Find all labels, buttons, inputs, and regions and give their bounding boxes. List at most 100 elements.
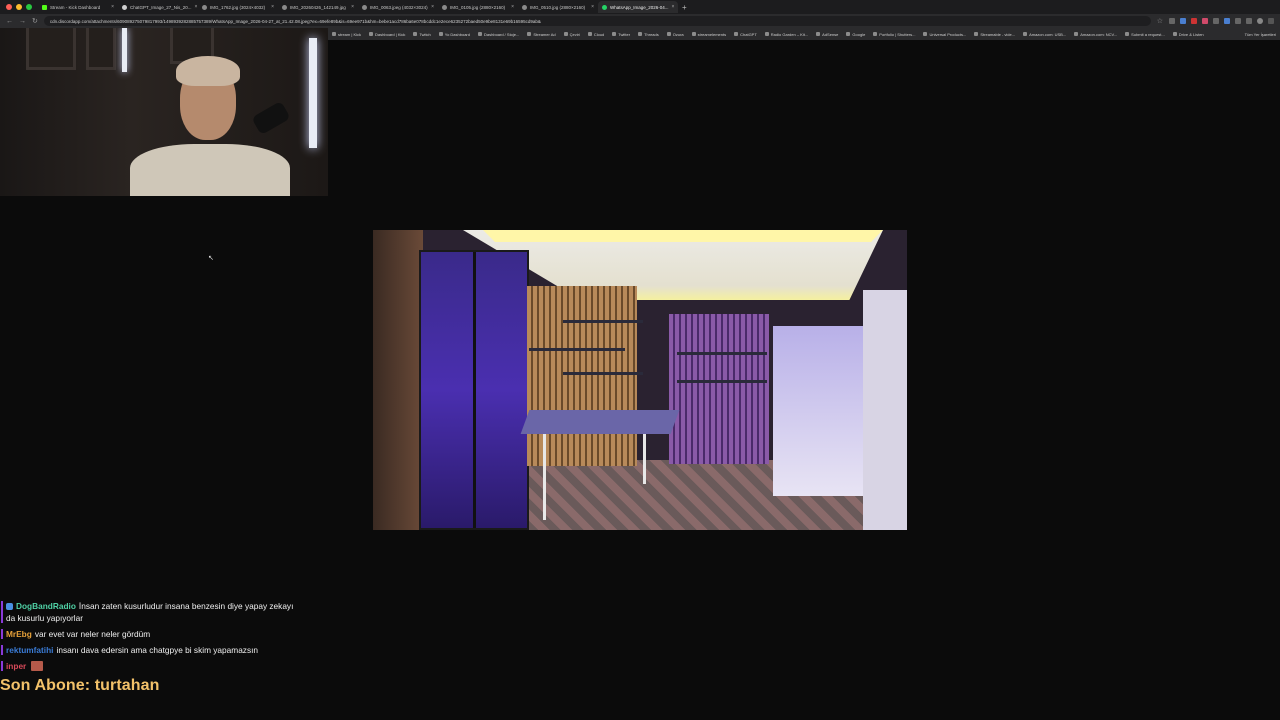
streamer xyxy=(130,48,291,196)
bookmark-favicon-icon xyxy=(666,32,671,36)
extension-icon[interactable] xyxy=(1202,18,1208,24)
chat-badge-icon xyxy=(6,603,13,610)
minimize-window-button[interactable] xyxy=(16,4,22,10)
bookmark-favicon-icon xyxy=(923,32,928,36)
chat-message: inper xyxy=(0,660,300,672)
close-tab-icon[interactable]: × xyxy=(672,4,675,10)
close-window-button[interactable] xyxy=(6,4,12,10)
bookmark-item[interactable]: Streamable - vide... xyxy=(974,32,1015,37)
close-tab-icon[interactable]: × xyxy=(271,4,274,10)
chat-message: rektumfatihi insanı dava edersin ama chat… xyxy=(0,644,300,656)
url-field[interactable]: cdn.discordapp.com/attachments/609089275… xyxy=(43,16,1151,26)
new-tab-button[interactable]: + xyxy=(678,3,687,12)
bookmark-item[interactable]: Twitter xyxy=(612,32,630,37)
back-icon[interactable]: ← xyxy=(6,18,13,25)
webcam-feed xyxy=(0,28,328,196)
room-photo xyxy=(373,230,907,530)
bookmark-star-icon[interactable]: ☆ xyxy=(1157,17,1163,25)
close-tab-icon[interactable]: × xyxy=(351,4,354,10)
bookmark-favicon-icon xyxy=(974,32,979,36)
extension-icon[interactable] xyxy=(1213,18,1219,24)
last-subscriber-label: Son Abone: turtahan xyxy=(0,677,160,694)
browser-tab[interactable]: IMG_1762.jpg (3024×4032) × xyxy=(198,1,278,13)
extension-icon[interactable] xyxy=(1224,18,1230,24)
bookmark-item[interactable]: Drive & Listen xyxy=(1172,32,1204,37)
chat-text: insanı dava edersin ama chatgpye bi skim… xyxy=(56,645,259,655)
bookmark-item[interactable]: AdSense xyxy=(816,32,838,37)
bookmark-item[interactable]: Portfolio | Shutters... xyxy=(873,32,915,37)
close-tab-icon[interactable]: × xyxy=(431,4,434,10)
bookmark-item[interactable]: Threads xyxy=(638,32,659,37)
extensions-toolbar xyxy=(1169,18,1274,24)
bookmark-item[interactable]: streamelements xyxy=(691,32,726,37)
bookmark-favicon-icon xyxy=(332,32,336,36)
browser-tab[interactable]: ChatGPT_Image_27_Nis_20... × xyxy=(118,1,198,13)
reload-icon[interactable]: ↻ xyxy=(32,17,38,25)
chat-username: MrEbg xyxy=(6,629,32,639)
bookmark-item[interactable]: Cloud xyxy=(587,32,604,37)
bookmark-item[interactable]: Yo Dashboard xyxy=(438,32,470,37)
bookmark-favicon-icon xyxy=(816,32,821,36)
bookmark-item[interactable]: Dashboard | Kick xyxy=(369,32,405,37)
all-bookmarks-button[interactable]: Tüm Yer İşaretleri xyxy=(1245,32,1276,37)
bookmark-favicon-icon xyxy=(1172,32,1177,36)
image-icon xyxy=(362,4,367,10)
bookmark-item[interactable]: Submit a request... xyxy=(1125,32,1165,37)
maximize-window-button[interactable] xyxy=(26,4,32,10)
browser-tab[interactable]: Stream - Kick Dashboard × xyxy=(38,1,118,13)
bookmark-favicon-icon xyxy=(527,32,532,36)
extension-icon[interactable] xyxy=(1169,18,1175,24)
chatgpt-icon xyxy=(122,4,127,10)
chat-text: var evet var neler neler gördüm xyxy=(34,629,151,639)
image-icon xyxy=(522,4,527,10)
browser-tab[interactable]: IMG_0510.jpg (2880×2160) × xyxy=(518,1,598,13)
menu-icon[interactable] xyxy=(1268,18,1274,24)
browser-tab[interactable]: IMG_20260426_142149.jpg × xyxy=(278,1,358,13)
address-bar-row: ← → ↻ cdn.discordapp.com/attachments/609… xyxy=(0,14,1280,28)
bookmark-favicon-icon xyxy=(764,32,769,36)
chat-emote-icon xyxy=(31,661,44,671)
browser-tab[interactable]: IMG_0105.jpg (2880×2160) × xyxy=(438,1,518,13)
chat-username: inper xyxy=(6,661,27,671)
image-icon xyxy=(282,4,287,10)
bookmark-item[interactable]: Universal Products... xyxy=(923,32,966,37)
bookmark-item[interactable]: Ozura xyxy=(666,32,684,37)
browser-tab[interactable]: IMG_0063.jpeg (4032×3024) × xyxy=(358,1,438,13)
bookmark-favicon-icon xyxy=(587,32,592,36)
chat-username: DogBandRadio xyxy=(16,601,76,611)
chat-message: DogBandRadio İnsan zaten kusurludur insan… xyxy=(0,600,300,624)
close-tab-icon[interactable]: × xyxy=(511,4,514,10)
bookmark-favicon-icon xyxy=(1023,32,1028,36)
extension-icon[interactable] xyxy=(1246,18,1252,24)
bookmark-item[interactable]: Çeviri xyxy=(563,32,580,37)
bookmark-item[interactable]: Amazon.com: NCV... xyxy=(1074,32,1117,37)
bookmark-item[interactable]: Amazon.com: USB... xyxy=(1023,32,1066,37)
close-tab-icon[interactable]: × xyxy=(591,4,594,10)
bookmark-item[interactable]: stream | Kick xyxy=(332,32,361,37)
bookmark-item[interactable]: Dashboard / Stoje... xyxy=(478,32,519,37)
bookmark-item[interactable]: Radio Garden – Kit... xyxy=(764,32,808,37)
chat-username: rektumfatihi xyxy=(6,645,54,655)
bookmark-item[interactable]: ChatGPT xyxy=(734,32,757,37)
window-controls xyxy=(0,4,38,10)
extension-icon[interactable] xyxy=(1235,18,1241,24)
profile-avatar[interactable] xyxy=(1257,18,1263,24)
stream-chat: DogBandRadio İnsan zaten kusurludur insan… xyxy=(0,600,300,676)
whatsapp-icon xyxy=(602,4,607,10)
extension-icon[interactable] xyxy=(1191,18,1197,24)
bookmark-item[interactable]: Google xyxy=(846,32,865,37)
forward-icon[interactable]: → xyxy=(19,18,26,25)
bookmark-favicon-icon xyxy=(369,32,374,36)
close-tab-icon[interactable]: × xyxy=(111,4,114,10)
bookmark-item[interactable]: Twitch xyxy=(413,32,431,37)
mouse-cursor-icon: ↖ xyxy=(208,255,214,262)
bookmark-favicon-icon xyxy=(1125,32,1130,36)
bookmarks-bar: stream | Kick Dashboard | Kick Twitch Yo Da… xyxy=(328,28,1280,40)
browser-tab-active[interactable]: WhatsApp_Image_2026-04... × xyxy=(598,1,678,13)
bookmark-favicon-icon xyxy=(846,32,851,36)
bookmark-favicon-icon xyxy=(563,32,568,36)
bookmark-item[interactable]: Streamer Ad xyxy=(527,32,556,37)
bookmark-favicon-icon xyxy=(478,32,482,36)
extension-icon[interactable] xyxy=(1180,18,1186,24)
bookmark-favicon-icon xyxy=(638,32,643,36)
